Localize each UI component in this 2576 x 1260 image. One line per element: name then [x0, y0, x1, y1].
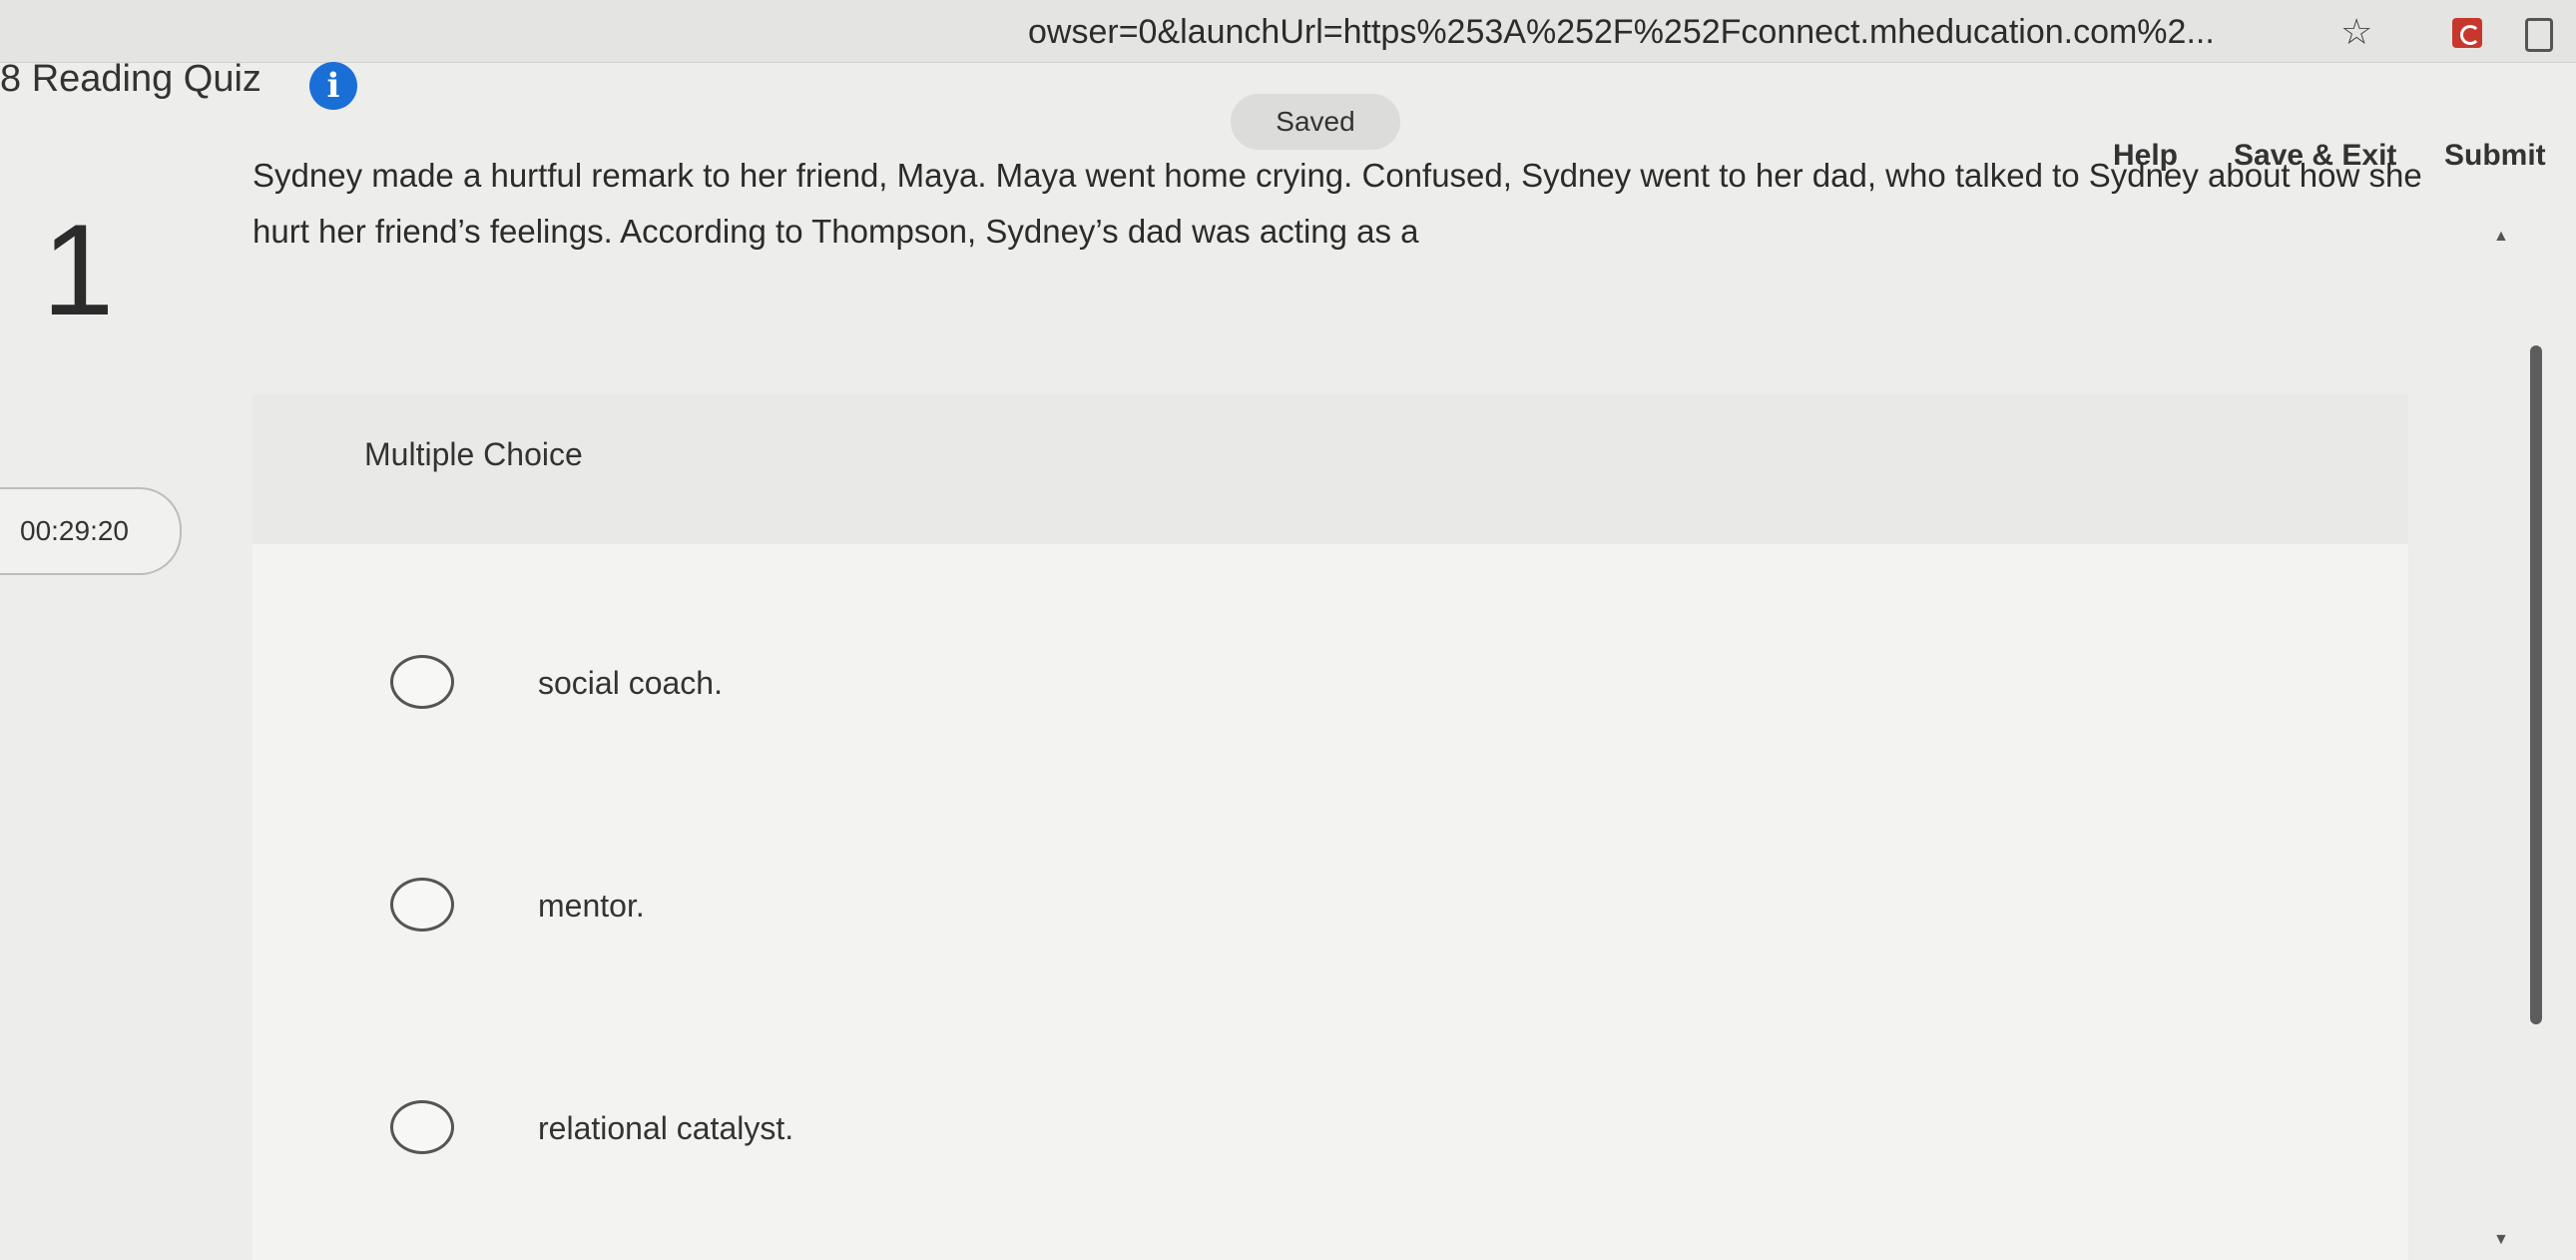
browser-address-bar: owser=0&launchUrl=https%253A%252F%252Fco… [0, 0, 2576, 63]
info-icon[interactable]: i [309, 62, 357, 110]
bookmark-star-icon[interactable]: ☆ [2340, 14, 2372, 50]
answer-option-text[interactable]: mentor. [538, 886, 645, 926]
question-prompt: Sydney made a hurtful remark to her frie… [253, 157, 2422, 250]
scroll-down-arrow-icon[interactable]: ▼ [2493, 1231, 2509, 1249]
url-text[interactable]: owser=0&launchUrl=https%253A%252F%252Fco… [1028, 12, 2266, 52]
quiz-title: 8 Reading Quiz [0, 58, 261, 100]
submit-button[interactable]: Submit [2444, 134, 2546, 178]
answer-option-text[interactable]: relational catalyst. [538, 1108, 793, 1148]
radio-button[interactable] [390, 655, 454, 709]
answer-option[interactable]: mentor. [253, 854, 1650, 953]
answer-option[interactable]: social coach. [253, 631, 1650, 731]
scroll-up-arrow-icon[interactable]: ▲ [2493, 228, 2509, 246]
question-type-label: Multiple Choice [364, 436, 583, 472]
radio-button[interactable] [390, 878, 454, 932]
question-card-header: Multiple Choice [253, 394, 2408, 544]
saved-status-badge: Saved [1231, 94, 1400, 150]
answer-option-text[interactable]: social coach. [538, 663, 723, 703]
scrollbar-thumb[interactable] [2530, 345, 2542, 1024]
extension-icon[interactable] [2525, 18, 2553, 52]
pdf-extension-icon[interactable] [2452, 18, 2482, 48]
radio-button[interactable] [390, 1100, 454, 1154]
answer-option[interactable]: relational catalyst. [253, 1076, 1650, 1176]
question-number: 1 [42, 197, 115, 342]
timer: 00:29:20 [0, 487, 182, 575]
timer-value: 00:29:20 [20, 515, 129, 546]
